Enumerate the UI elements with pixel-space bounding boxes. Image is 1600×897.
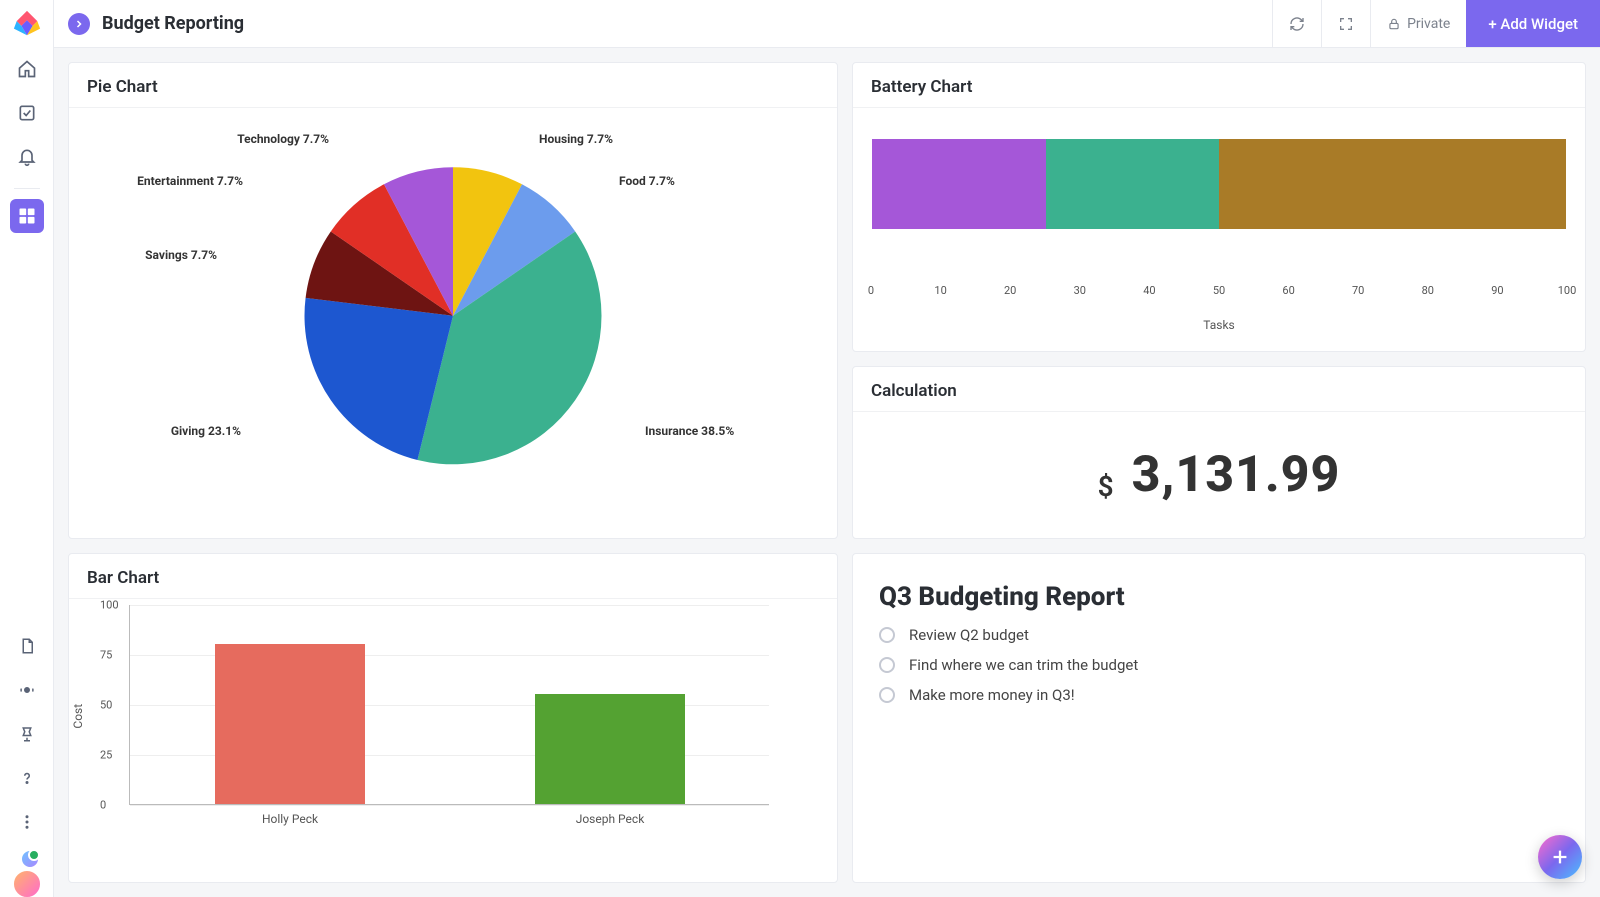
battery-tick: 40 (1143, 284, 1155, 297)
report-item-label: Find where we can trim the budget (909, 656, 1138, 674)
dashboard-body: Pie Chart Housing 7.7% Food 7.7% Insurance… (54, 48, 1600, 897)
currency-symbol: $ (1098, 470, 1114, 503)
bar-ytick: 0 (100, 799, 106, 812)
battery-tick: 100 (1558, 284, 1577, 297)
battery-segment[interactable] (1046, 139, 1220, 229)
battery-xlabel: Tasks (871, 318, 1567, 332)
pie-chart: Housing 7.7% Food 7.7% Insurance 38.5% Givi… (69, 108, 837, 538)
status-circle-icon[interactable] (879, 687, 895, 703)
refresh-button[interactable] (1272, 0, 1321, 47)
pie-chart-card[interactable]: Pie Chart Housing 7.7% Food 7.7% Insurance… (68, 62, 838, 539)
status-circle-icon[interactable] (879, 627, 895, 643)
battery-tick: 60 (1282, 284, 1294, 297)
status-circle-icon[interactable] (879, 657, 895, 673)
battery-tick: 20 (1004, 284, 1016, 297)
goals-icon[interactable] (10, 717, 44, 751)
report-item-label: Review Q2 budget (909, 626, 1029, 644)
pie-label-food: Food 7.7% (619, 174, 675, 188)
report-list: Review Q2 budget Find where we can trim t… (853, 620, 1585, 710)
pie-label-technology: Technology 7.7% (237, 132, 329, 146)
quick-action-fab[interactable] (1538, 835, 1582, 879)
bar-xlabel: Joseph Peck (535, 804, 685, 826)
battery-tick: 70 (1352, 284, 1364, 297)
bar-column[interactable]: Joseph Peck (535, 694, 685, 804)
report-item[interactable]: Make more money in Q3! (853, 680, 1585, 710)
bar-ytick: 100 (100, 599, 119, 612)
top-header: Budget Reporting Private + Add Widget (54, 0, 1600, 48)
sidebar-divider (14, 188, 40, 189)
bar-ytick: 50 (100, 699, 112, 712)
pie-label-savings: Savings 7.7% (145, 248, 217, 262)
notifications-icon[interactable] (10, 140, 44, 174)
bar-chart-card[interactable]: Bar Chart Cost 0 25 50 75 100 Holly Peck Josep… (68, 553, 838, 883)
docs-icon[interactable] (10, 629, 44, 663)
battery-chart-card[interactable]: Battery Chart 0 10 20 30 40 50 60 70 80 90 100 Tas… (852, 62, 1586, 352)
calculation-value: $3,131.99 (1098, 446, 1341, 504)
tasks-icon[interactable] (10, 96, 44, 130)
battery-tick: 50 (1213, 284, 1225, 297)
calculation-card[interactable]: Calculation $3,131.99 (852, 366, 1586, 539)
fullscreen-button[interactable] (1321, 0, 1370, 47)
pie-label-giving: Giving 23.1% (171, 424, 241, 438)
record-icon[interactable] (10, 673, 44, 707)
avatar-secondary (20, 849, 40, 869)
add-widget-button[interactable]: + Add Widget (1466, 0, 1600, 47)
report-item[interactable]: Find where we can trim the budget (853, 650, 1585, 680)
help-icon[interactable] (10, 761, 44, 795)
battery-tick: 10 (934, 284, 946, 297)
bar-ytick: 25 (100, 749, 112, 762)
add-widget-label: + Add Widget (1488, 15, 1578, 33)
battery-tick: 90 (1491, 284, 1503, 297)
bar-chart: Cost 0 25 50 75 100 Holly Peck Joseph Peck (69, 599, 837, 882)
card-title: Pie Chart (69, 63, 837, 108)
expand-sidebar-button[interactable] (68, 13, 90, 35)
report-item-label: Make more money in Q3! (909, 686, 1075, 704)
page-title: Budget Reporting (102, 13, 244, 34)
pie-label-entertainment: Entertainment 7.7% (137, 174, 243, 188)
more-icon[interactable] (10, 805, 44, 839)
battery-chart: 0 10 20 30 40 50 60 70 80 90 100 Tasks (853, 108, 1585, 351)
card-title: Battery Chart (853, 63, 1585, 108)
calc-number: 3,131.99 (1132, 446, 1341, 504)
user-avatar-stack[interactable] (10, 849, 44, 883)
dashboards-icon[interactable] (10, 199, 44, 233)
battery-segment[interactable] (1219, 139, 1566, 229)
privacy-label: Private (1407, 16, 1450, 32)
card-title: Bar Chart (69, 554, 837, 599)
pie-label-housing: Housing 7.7% (539, 132, 613, 146)
report-item[interactable]: Review Q2 budget (853, 620, 1585, 650)
privacy-button[interactable]: Private (1370, 0, 1466, 47)
home-icon[interactable] (10, 52, 44, 86)
card-title: Calculation (853, 367, 1585, 412)
avatar-primary (12, 869, 42, 897)
bar-column[interactable]: Holly Peck (215, 644, 365, 804)
app-logo-icon[interactable] (12, 8, 42, 38)
bar-ytick: 75 (100, 649, 112, 662)
report-title: Q3 Budgeting Report (853, 554, 1585, 620)
bar-ylabel: Cost (71, 703, 85, 728)
bar-xlabel: Holly Peck (215, 804, 365, 826)
report-card[interactable]: Q3 Budgeting Report Review Q2 budget Find… (852, 553, 1586, 883)
pie-label-insurance: Insurance 38.5% (645, 424, 734, 438)
left-sidebar (0, 0, 54, 897)
battery-tick: 0 (868, 284, 874, 297)
battery-tick: 80 (1422, 284, 1434, 297)
battery-tick: 30 (1074, 284, 1086, 297)
battery-segment[interactable] (872, 139, 1046, 229)
